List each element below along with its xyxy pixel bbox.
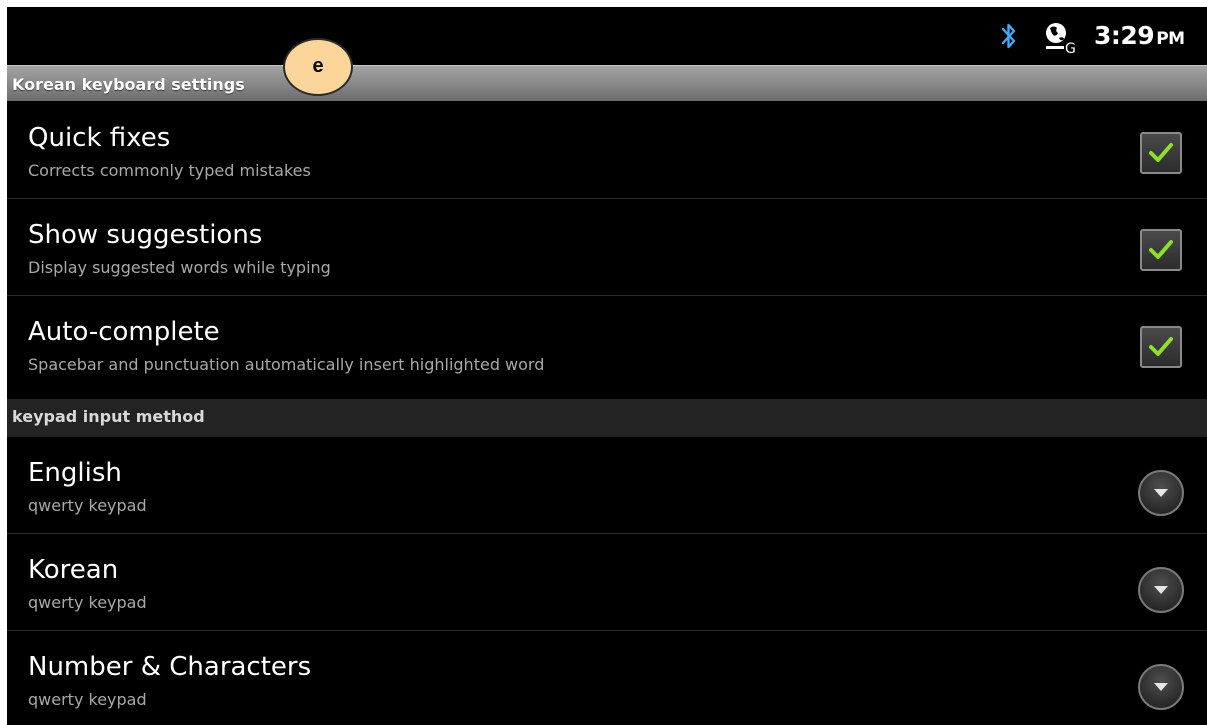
pref-title: Show suggestions	[28, 220, 263, 250]
quick-fixes-checkbox[interactable]	[1140, 132, 1182, 174]
svg-text:G: G	[1065, 41, 1076, 55]
pref-summary: Display suggested words while typing	[28, 258, 331, 277]
section-header-keypad-input-method: keypad input method	[7, 399, 1207, 437]
annotation-badge: e	[283, 38, 353, 96]
pref-title: Korean	[28, 555, 119, 585]
settings-screen: G 3:29 PM Korean keyboard settings Quick …	[7, 7, 1207, 725]
checkmark-icon	[1149, 143, 1173, 162]
show-suggestions-checkbox[interactable]	[1140, 229, 1182, 271]
pref-summary: qwerty keypad	[28, 496, 147, 515]
number-characters-dropdown-button[interactable]	[1138, 664, 1184, 710]
pref-summary: Corrects commonly typed mistakes	[28, 161, 311, 180]
auto-complete-checkbox[interactable]	[1140, 326, 1182, 368]
status-clock: 3:29 PM	[1094, 21, 1185, 54]
chevron-down-icon	[1154, 586, 1168, 594]
pref-summary: qwerty keypad	[28, 690, 147, 709]
pref-number-characters[interactable]: Number & Characters qwerty keypad	[7, 631, 1207, 725]
pref-auto-complete[interactable]: Auto-complete Spacebar and punctuation a…	[7, 296, 1207, 393]
pref-title: Number & Characters	[28, 652, 312, 682]
pref-summary: Spacebar and punctuation automatically i…	[28, 355, 545, 374]
pref-quick-fixes[interactable]: Quick fixes Corrects commonly typed mist…	[7, 102, 1207, 199]
chevron-down-icon	[1154, 489, 1168, 497]
pref-show-suggestions[interactable]: Show suggestions Display suggested words…	[7, 199, 1207, 296]
bluetooth-icon	[1001, 23, 1016, 49]
clock-ampm: PM	[1156, 29, 1185, 49]
clock-time: 3:29	[1094, 21, 1155, 50]
pref-title: Quick fixes	[28, 123, 171, 153]
pref-title: English	[28, 458, 122, 488]
pref-korean[interactable]: Korean qwerty keypad	[7, 534, 1207, 631]
pref-summary: qwerty keypad	[28, 593, 147, 612]
english-dropdown-button[interactable]	[1138, 470, 1184, 516]
pref-title: Auto-complete	[28, 317, 220, 347]
checkmark-icon	[1149, 240, 1173, 259]
chevron-down-icon	[1154, 683, 1168, 691]
status-bar: G 3:29 PM	[7, 7, 1207, 65]
checkmark-icon	[1149, 337, 1173, 356]
section-header-korean-keyboard-settings: Korean keyboard settings	[7, 65, 1207, 101]
pref-english[interactable]: English qwerty keypad	[7, 437, 1207, 534]
korean-dropdown-button[interactable]	[1138, 567, 1184, 613]
globe-g-icon: G	[1046, 23, 1076, 55]
